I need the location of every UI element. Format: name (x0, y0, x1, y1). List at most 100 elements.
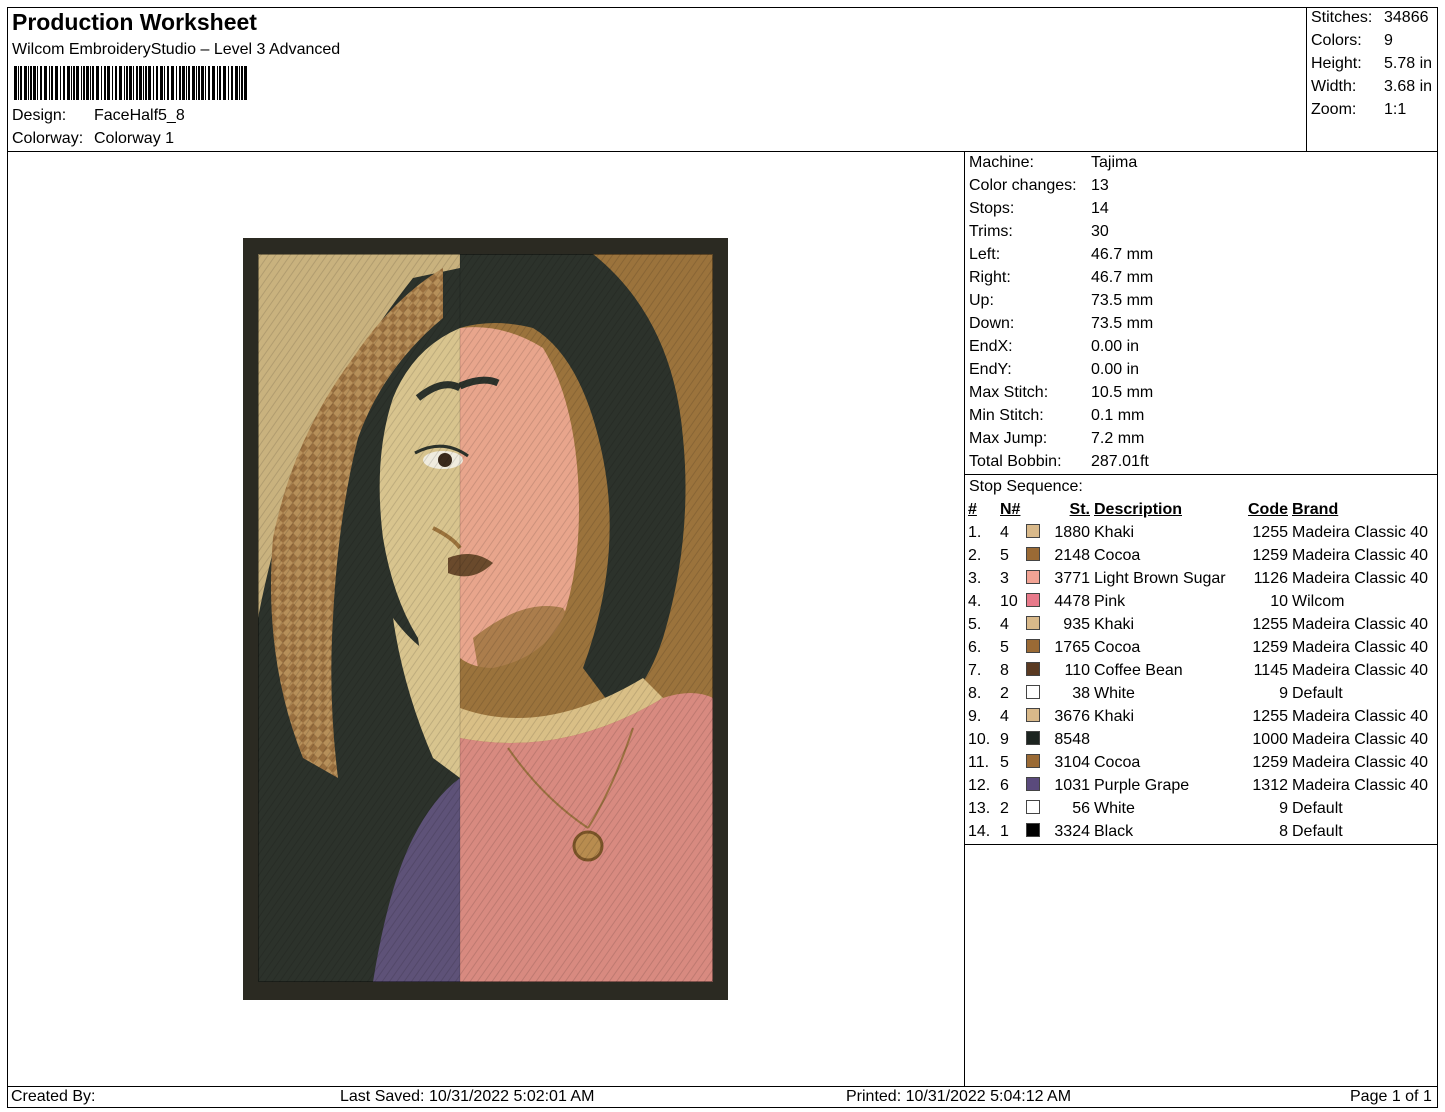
property-label: EndY: (969, 361, 1012, 378)
barcode-bar (133, 66, 134, 100)
design-value: FaceHalf5_8 (94, 107, 185, 124)
barcode-bar (73, 66, 75, 100)
color-swatch (1026, 593, 1040, 607)
property-row: Min Stitch: 0.1 mm (969, 404, 1439, 427)
row-brand: Madeira Classic 40 (1292, 708, 1429, 725)
table-row: 1. 4 1880 Khaki 1255 Madeira Classic 40 (968, 521, 1428, 544)
barcode-bar (33, 66, 36, 100)
row-index: 10. (968, 731, 991, 748)
row-brand: Madeira Classic 40 (1292, 662, 1429, 679)
barcode-bar (241, 66, 243, 100)
row-needle: 5 (1000, 754, 1009, 771)
property-label: Machine: (969, 154, 1034, 171)
row-code: 1126 (1253, 570, 1288, 587)
barcode-bar (182, 66, 185, 100)
color-swatch (1026, 800, 1040, 814)
row-index: 2. (968, 547, 982, 564)
color-swatch (1026, 777, 1040, 791)
property-value: 46.7 mm (1091, 269, 1154, 286)
table-bottom-divider (964, 844, 1438, 845)
row-description: Khaki (1094, 708, 1135, 725)
row-code: 1259 (1252, 639, 1288, 656)
row-description: Light Brown Sugar (1094, 570, 1226, 587)
row-needle: 4 (1000, 524, 1009, 541)
footer-divider (7, 1086, 1438, 1087)
table-row: 4. 10 4478 Pink 10 Wilcom (968, 590, 1428, 613)
barcode-bar (24, 66, 27, 100)
property-row: Stops: 14 (969, 197, 1439, 220)
row-brand: Madeira Classic 40 (1292, 639, 1429, 656)
property-value: 30 (1091, 223, 1109, 240)
barcode-bar (119, 66, 122, 100)
property-label: Left: (969, 246, 1001, 263)
barcode-bar (44, 66, 47, 100)
barcode-bar (28, 66, 29, 100)
color-swatch (1026, 685, 1040, 699)
row-brand: Madeira Classic 40 (1292, 524, 1429, 541)
row-brand: Madeira Classic 40 (1292, 777, 1429, 794)
property-row: EndY: 0.00 in (969, 358, 1439, 381)
property-label: Max Jump: (969, 430, 1048, 447)
color-swatch (1026, 754, 1040, 768)
row-needle: 9 (1000, 731, 1009, 748)
barcode-bar (124, 66, 125, 100)
barcode-bar (212, 66, 215, 100)
table-row: 7. 8 110 Coffee Bean 1145 Madeira Classic 40 (968, 659, 1428, 682)
row-stitches: 3676 (1054, 708, 1090, 725)
barcode (14, 66, 247, 100)
stat-row: Zoom: 1:1 (1311, 101, 1407, 118)
row-brand: Wilcom (1292, 593, 1345, 610)
row-stitches: 8548 (1054, 731, 1090, 748)
property-value: 287.01ft (1091, 453, 1149, 470)
property-label: Color changes: (969, 177, 1077, 194)
barcode-bar (145, 66, 147, 100)
color-swatch (1026, 570, 1040, 584)
barcode-bar (188, 66, 190, 100)
barcode-bar (129, 66, 132, 100)
table-row: 12. 6 1031 Purple Grape 1312 Madeira Classic … (968, 774, 1428, 797)
row-brand: Madeira Classic 40 (1292, 754, 1429, 771)
property-label: Trims: (969, 223, 1013, 240)
barcode-bar (179, 66, 181, 100)
row-code: 10 (1270, 593, 1288, 610)
property-row: EndX: 0.00 in (969, 335, 1439, 358)
row-stitches: 3104 (1054, 754, 1090, 771)
property-row: Max Jump: 7.2 mm (969, 427, 1439, 450)
colorway-value: Colorway 1 (94, 130, 175, 147)
barcode-bar (90, 66, 91, 100)
row-description: Cocoa (1094, 547, 1141, 564)
row-description: Khaki (1094, 616, 1135, 633)
machine-properties: Machine: Tajima Color changes: 13 Stops: 14 Tr… (969, 151, 1439, 473)
row-description: Black (1094, 823, 1134, 840)
barcode-bar (235, 66, 238, 100)
row-index: 7. (968, 662, 982, 679)
barcode-bar (176, 66, 177, 100)
row-code: 1255 (1252, 708, 1288, 725)
barcode-bar (156, 66, 158, 100)
stat-row: Stitches: 34866 (1311, 9, 1429, 26)
table-row: 8. 2 38 White 9 Default (968, 682, 1428, 705)
row-description: Purple Grape (1094, 777, 1190, 794)
property-row: Right: 46.7 mm (969, 266, 1439, 289)
barcode-bar (83, 66, 85, 100)
table-row: 13. 2 56 White 9 Default (968, 797, 1428, 820)
color-swatch (1026, 524, 1040, 538)
row-index: 8. (968, 685, 982, 702)
barcode-bar (14, 66, 17, 100)
property-label: Stops: (969, 200, 1015, 217)
row-needle: 8 (1000, 662, 1009, 679)
row-stitches: 110 (1064, 662, 1090, 679)
design-label: Design: (12, 107, 67, 124)
barcode-bar (101, 66, 102, 100)
row-needle: 6 (1000, 777, 1009, 794)
property-row: Max Stitch: 10.5 mm (969, 381, 1439, 404)
property-value: 14 (1091, 200, 1109, 217)
color-swatch (1026, 547, 1040, 561)
row-description: White (1094, 685, 1135, 702)
panel-divider (964, 151, 965, 1086)
stat-row: Width: 3.68 in (1311, 78, 1433, 95)
row-code: 9 (1279, 800, 1288, 817)
property-value: 73.5 mm (1091, 315, 1154, 332)
row-code: 1145 (1253, 662, 1288, 679)
property-label: Down: (969, 315, 1015, 332)
